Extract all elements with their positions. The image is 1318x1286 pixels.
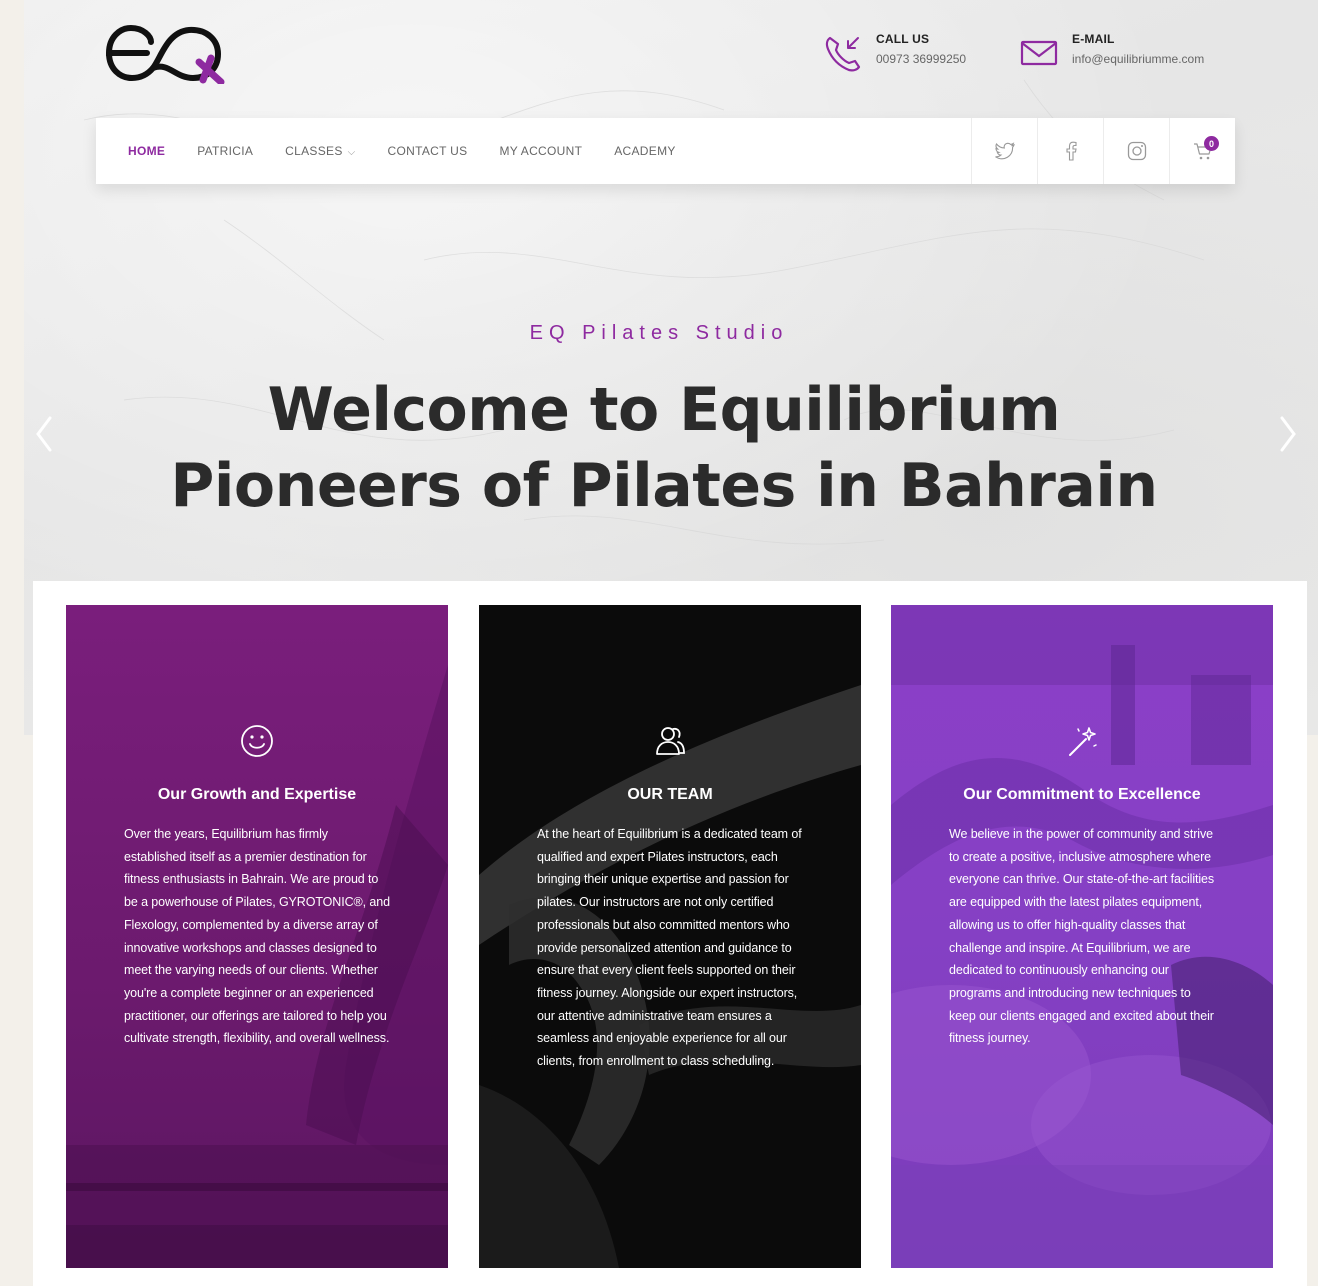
- instagram-link[interactable]: [1103, 118, 1169, 184]
- call-us-label: CALL US: [876, 32, 930, 46]
- card-growth-expertise: Our Growth and Expertise Over the years,…: [66, 605, 448, 1268]
- email-label: E-MAIL: [1072, 32, 1115, 46]
- nav-item-academy[interactable]: ACADEMY: [614, 144, 675, 158]
- magic-wand-icon: [1069, 727, 1097, 756]
- hero-headline-line2: Pioneers of Pilates in Bahrain: [170, 451, 1158, 521]
- card-commitment-excellence: Our Commitment to Excellence We believe …: [891, 605, 1273, 1268]
- nav-item-contact-us[interactable]: CONTACT US: [388, 144, 468, 158]
- chevron-down-icon: ⌵: [347, 147, 356, 158]
- mail-icon: [1020, 40, 1058, 66]
- facebook-icon: [1065, 141, 1077, 161]
- nav-item-home[interactable]: HOME: [128, 144, 165, 158]
- logo-text: eQ: [103, 22, 105, 23]
- eq-logo[interactable]: eQ: [103, 22, 228, 84]
- hero-headline-line1: Welcome to Equilibrium: [267, 375, 1061, 445]
- social-links: 0: [971, 118, 1235, 184]
- main-navigation: HOME PATRICIA CLASSES ⌵ CONTACT US MY ACC…: [96, 118, 1235, 184]
- email-address[interactable]: info@equilibriumme.com: [1072, 52, 1204, 66]
- hero-subtitle: EQ Pilates Studio: [529, 322, 789, 344]
- smiley-icon: [241, 725, 273, 757]
- card-title: OUR TEAM: [627, 786, 713, 803]
- facebook-link[interactable]: [1037, 118, 1103, 184]
- call-us-block[interactable]: CALL US 00973 36999250: [822, 32, 966, 74]
- nav-item-classes[interactable]: CLASSES ⌵: [285, 144, 355, 158]
- twitter-link[interactable]: [971, 118, 1037, 184]
- email-block[interactable]: E-MAIL info@equilibriumme.com: [1018, 32, 1204, 74]
- nav-item-my-account[interactable]: MY ACCOUNT: [499, 144, 582, 158]
- card-our-team: OUR TEAM At the heart of Equilibrium is …: [479, 605, 861, 1268]
- card-body: We believe in the power of community and…: [949, 827, 1215, 1046]
- card-title: Our Commitment to Excellence: [963, 786, 1201, 803]
- card-body: At the heart of Equilibrium is a dedicat…: [537, 827, 802, 1069]
- nav-item-classes-label: CLASSES: [285, 144, 343, 158]
- phone-number[interactable]: 00973 36999250: [876, 52, 966, 66]
- card-title: Our Growth and Expertise: [157, 786, 357, 803]
- cart-link[interactable]: 0: [1169, 118, 1235, 184]
- twitter-icon: [994, 142, 1015, 160]
- card-body: Over the years, Equilibrium has firmly e…: [124, 827, 390, 1046]
- hero-headline: Welcome to Equilibrium Pioneers of Pilat…: [0, 372, 1318, 524]
- phone-icon: [825, 36, 861, 72]
- instagram-icon: [1127, 141, 1146, 161]
- nav-item-patricia[interactable]: PATRICIA: [197, 144, 253, 158]
- team-icon: [656, 727, 685, 755]
- cart-count-badge: 0: [1204, 136, 1219, 151]
